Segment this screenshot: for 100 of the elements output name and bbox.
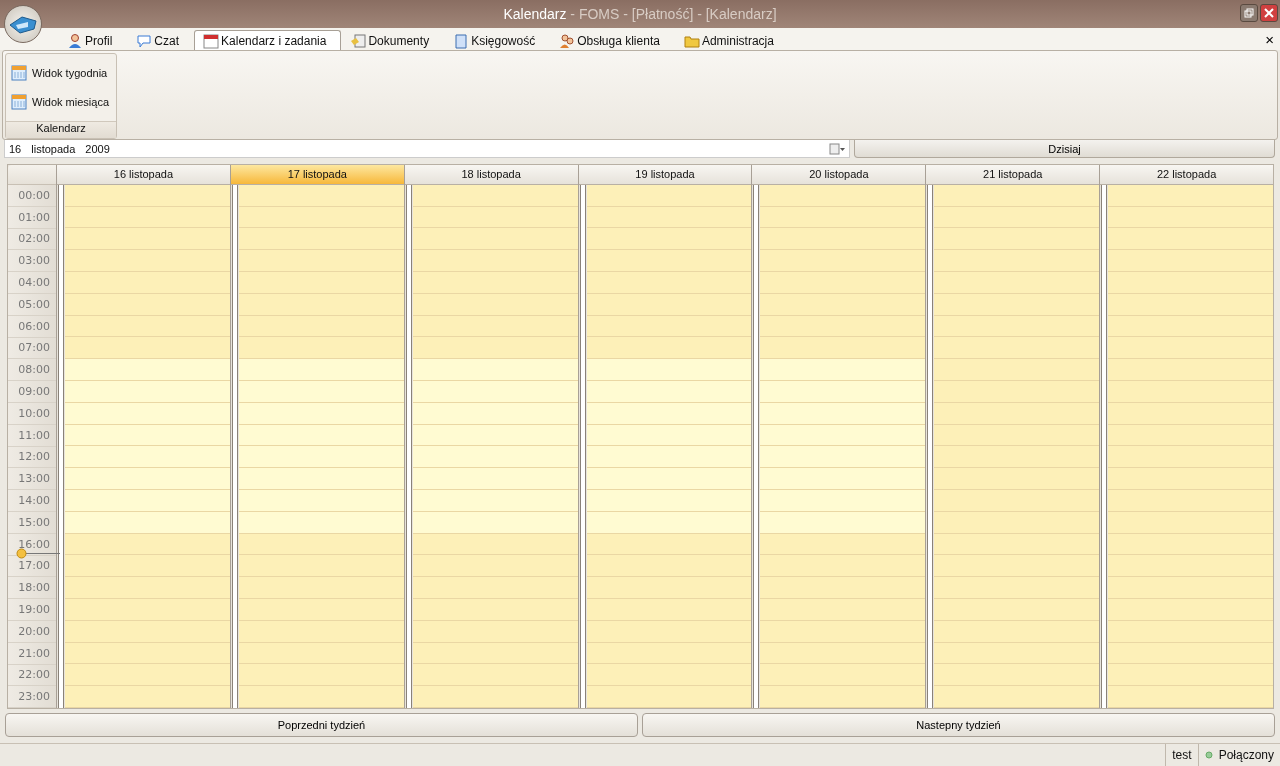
time-slot[interactable]: [586, 293, 752, 316]
day-header[interactable]: 21 listopada: [926, 165, 1100, 185]
time-slot[interactable]: [1108, 228, 1273, 251]
time-slot[interactable]: [1108, 620, 1273, 643]
time-slot[interactable]: [65, 206, 230, 229]
time-slot[interactable]: [760, 272, 926, 294]
time-slot[interactable]: [412, 250, 578, 273]
time-slot[interactable]: [586, 381, 752, 403]
time-slot[interactable]: [760, 686, 926, 708]
time-slot[interactable]: [65, 577, 230, 599]
time-slot[interactable]: [586, 577, 752, 599]
time-slot[interactable]: [586, 206, 752, 229]
time-slot[interactable]: [934, 599, 1100, 621]
time-slot[interactable]: [65, 250, 230, 273]
time-slot[interactable]: [1108, 577, 1273, 599]
app-menu-button[interactable]: [4, 5, 42, 43]
time-slot[interactable]: [412, 490, 578, 512]
time-slot[interactable]: [760, 468, 926, 491]
time-slot[interactable]: [1108, 490, 1273, 512]
time-slot[interactable]: [760, 206, 926, 229]
time-slot[interactable]: [1108, 555, 1273, 578]
time-slot[interactable]: [1108, 686, 1273, 708]
time-slot[interactable]: [238, 184, 404, 207]
time-slot[interactable]: [760, 577, 926, 599]
day-header[interactable]: 17 listopada: [230, 165, 404, 185]
close-tab-button[interactable]: ×: [1259, 30, 1280, 50]
time-slot[interactable]: [238, 250, 404, 273]
time-slot[interactable]: [412, 272, 578, 294]
time-slot[interactable]: [238, 468, 404, 491]
time-slot[interactable]: [412, 577, 578, 599]
time-slot[interactable]: [238, 337, 404, 360]
time-slot[interactable]: [65, 446, 230, 469]
time-slot[interactable]: [1108, 359, 1273, 382]
time-slot[interactable]: [760, 228, 926, 251]
ribbon-tab[interactable]: Profil: [58, 30, 128, 50]
time-slot[interactable]: [412, 184, 578, 207]
time-slot[interactable]: [1108, 599, 1273, 621]
time-slot[interactable]: [412, 533, 578, 556]
time-slot[interactable]: [586, 337, 752, 360]
time-slot[interactable]: [412, 620, 578, 643]
time-slot[interactable]: [238, 577, 404, 599]
close-button[interactable]: [1260, 4, 1278, 22]
time-slot[interactable]: [412, 642, 578, 665]
date-picker-field[interactable]: 16 listopada 2009: [4, 140, 850, 158]
time-slot[interactable]: [760, 511, 926, 534]
time-slot[interactable]: [586, 446, 752, 469]
time-slot[interactable]: [238, 359, 404, 382]
time-slot[interactable]: [934, 315, 1100, 338]
time-slot[interactable]: [65, 468, 230, 491]
time-slot[interactable]: [412, 381, 578, 403]
time-slot[interactable]: [238, 642, 404, 665]
time-slot[interactable]: [238, 686, 404, 708]
time-slot[interactable]: [238, 599, 404, 621]
time-slot[interactable]: [238, 490, 404, 512]
time-slot[interactable]: [65, 228, 230, 251]
time-slot[interactable]: [412, 293, 578, 316]
time-slot[interactable]: [934, 402, 1100, 425]
time-slot[interactable]: [934, 533, 1100, 556]
ribbon-tab[interactable]: Administracja: [674, 30, 789, 50]
time-slot[interactable]: [238, 315, 404, 338]
time-slot[interactable]: [1108, 402, 1273, 425]
time-slot[interactable]: [586, 490, 752, 512]
time-slot[interactable]: [934, 446, 1100, 469]
day-header[interactable]: 20 listopada: [752, 165, 926, 185]
ribbon-tab[interactable]: Czat: [127, 30, 195, 50]
time-slot[interactable]: [238, 206, 404, 229]
time-slot[interactable]: [412, 402, 578, 425]
time-slot[interactable]: [760, 359, 926, 382]
time-slot[interactable]: [65, 686, 230, 708]
time-slot[interactable]: [586, 664, 752, 687]
time-slot[interactable]: [760, 555, 926, 578]
time-slot[interactable]: [760, 664, 926, 687]
time-slot[interactable]: [238, 272, 404, 294]
time-slot[interactable]: [412, 446, 578, 469]
time-slot[interactable]: [934, 359, 1100, 382]
time-slot[interactable]: [65, 272, 230, 294]
time-slot[interactable]: [238, 293, 404, 316]
time-slot[interactable]: [238, 555, 404, 578]
time-slot[interactable]: [760, 599, 926, 621]
time-slot[interactable]: [760, 490, 926, 512]
time-slot[interactable]: [586, 359, 752, 382]
time-slot[interactable]: [65, 490, 230, 512]
time-slot[interactable]: [586, 184, 752, 207]
time-slot[interactable]: [934, 577, 1100, 599]
time-slot[interactable]: [1108, 381, 1273, 403]
time-slot[interactable]: [238, 228, 404, 251]
time-slot[interactable]: [934, 555, 1100, 578]
time-slot[interactable]: [412, 359, 578, 382]
time-slot[interactable]: [1108, 664, 1273, 687]
time-slot[interactable]: [760, 533, 926, 556]
day-header[interactable]: 16 listopada: [57, 165, 230, 185]
time-slot[interactable]: [934, 293, 1100, 316]
time-slot[interactable]: [934, 642, 1100, 665]
time-slot[interactable]: [1108, 642, 1273, 665]
time-slot[interactable]: [934, 664, 1100, 687]
time-slot[interactable]: [65, 402, 230, 425]
time-slot[interactable]: [1108, 533, 1273, 556]
time-slot[interactable]: [65, 184, 230, 207]
time-slot[interactable]: [412, 206, 578, 229]
time-slot[interactable]: [65, 337, 230, 360]
